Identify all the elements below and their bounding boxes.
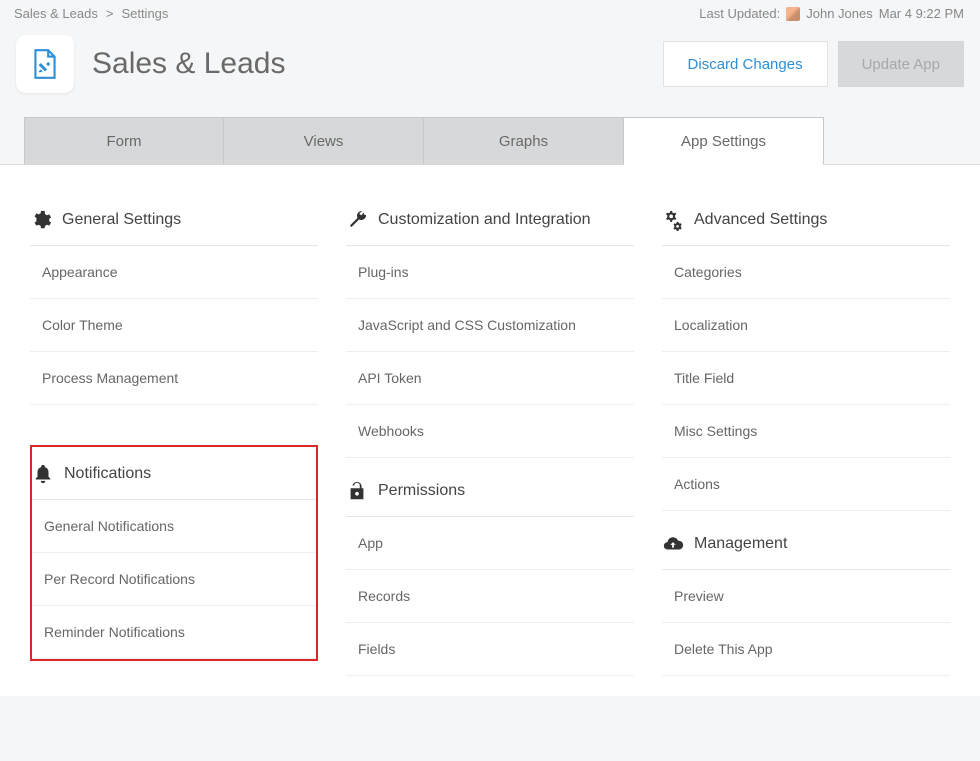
section-permissions: Permissions <box>346 458 634 517</box>
item-color-theme[interactable]: Color Theme <box>30 299 318 352</box>
breadcrumb-page[interactable]: Settings <box>121 6 168 21</box>
col-customization: Customization and Integration Plug-ins J… <box>346 203 634 676</box>
item-preview[interactable]: Preview <box>662 570 950 623</box>
tab-graphs[interactable]: Graphs <box>424 117 624 165</box>
notifications-highlight: Notifications General Notifications Per … <box>30 445 318 661</box>
item-webhooks[interactable]: Webhooks <box>346 405 634 458</box>
breadcrumb-bar: Sales & Leads > Settings Last Updated: J… <box>0 0 980 25</box>
gear-icon <box>30 209 52 231</box>
lock-open-icon <box>346 480 368 502</box>
item-reminder-notifications[interactable]: Reminder Notifications <box>32 606 316 659</box>
item-perm-records[interactable]: Records <box>346 570 634 623</box>
breadcrumb: Sales & Leads > Settings <box>14 6 168 21</box>
document-tools-icon <box>28 47 62 81</box>
wrench-icon <box>346 209 368 231</box>
update-app-button[interactable]: Update App <box>838 41 964 87</box>
tab-views[interactable]: Views <box>224 117 424 165</box>
section-title: Permissions <box>378 482 465 500</box>
section-management: Management <box>662 511 950 570</box>
item-localization[interactable]: Localization <box>662 299 950 352</box>
section-title: Notifications <box>64 465 151 483</box>
section-title: Customization and Integration <box>378 211 591 229</box>
breadcrumb-sep: > <box>106 6 114 21</box>
discard-changes-button[interactable]: Discard Changes <box>663 41 828 87</box>
tab-app-settings[interactable]: App Settings <box>624 117 824 165</box>
avatar <box>786 7 800 21</box>
col-general: General Settings Appearance Color Theme … <box>30 203 318 676</box>
section-customization: Customization and Integration <box>346 203 634 246</box>
item-process-management[interactable]: Process Management <box>30 352 318 405</box>
item-categories[interactable]: Categories <box>662 246 950 299</box>
item-appearance[interactable]: Appearance <box>30 246 318 299</box>
item-general-notifications[interactable]: General Notifications <box>32 500 316 553</box>
item-actions[interactable]: Actions <box>662 458 950 511</box>
last-updated-label: Last Updated: <box>699 6 780 21</box>
item-delete-app[interactable]: Delete This App <box>662 623 950 676</box>
gears-icon <box>662 209 684 231</box>
section-title: Management <box>694 535 787 553</box>
header: Sales & Leads Discard Changes Update App <box>0 25 980 117</box>
cloud-upload-icon <box>662 533 684 555</box>
page-title: Sales & Leads <box>92 47 663 81</box>
last-updated-user: John Jones <box>806 6 873 21</box>
tab-form[interactable]: Form <box>24 117 224 165</box>
item-perm-app[interactable]: App <box>346 517 634 570</box>
section-advanced: Advanced Settings <box>662 203 950 246</box>
tabs: Form Views Graphs App Settings <box>0 117 980 165</box>
item-plug-ins[interactable]: Plug-ins <box>346 246 634 299</box>
breadcrumb-app[interactable]: Sales & Leads <box>14 6 98 21</box>
item-per-record-notifications[interactable]: Per Record Notifications <box>32 553 316 606</box>
bell-icon <box>32 463 54 485</box>
item-perm-fields[interactable]: Fields <box>346 623 634 676</box>
section-title: Advanced Settings <box>694 211 827 229</box>
section-notifications: Notifications <box>32 455 316 500</box>
settings-content: General Settings Appearance Color Theme … <box>0 164 980 696</box>
last-updated: Last Updated: John Jones Mar 4 9:22 PM <box>699 6 964 21</box>
item-api-token[interactable]: API Token <box>346 352 634 405</box>
section-general-settings: General Settings <box>30 203 318 246</box>
section-title: General Settings <box>62 211 181 229</box>
item-js-css[interactable]: JavaScript and CSS Customization <box>346 299 634 352</box>
app-icon <box>16 35 74 93</box>
item-title-field[interactable]: Title Field <box>662 352 950 405</box>
item-misc-settings[interactable]: Misc Settings <box>662 405 950 458</box>
col-advanced: Advanced Settings Categories Localizatio… <box>662 203 950 676</box>
last-updated-time: Mar 4 9:22 PM <box>879 6 964 21</box>
